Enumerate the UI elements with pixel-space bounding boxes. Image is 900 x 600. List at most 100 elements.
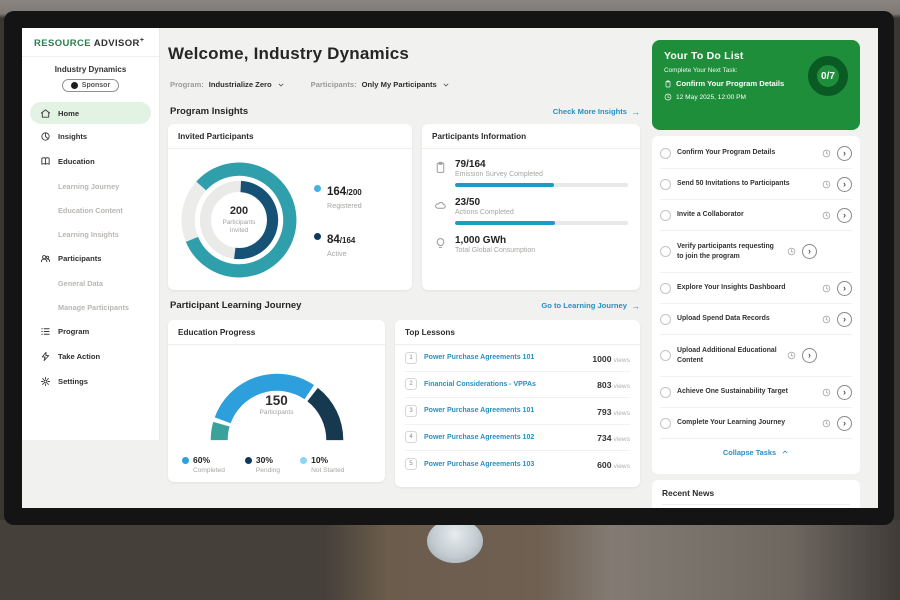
- participants-information-card: Participants Information 79/164 Emission…: [422, 124, 640, 290]
- sidebar-item-take-action[interactable]: Take Action: [22, 344, 159, 369]
- invited-donut-chart: 200 Participants Invited: [178, 159, 300, 281]
- sidebar-item-home[interactable]: Home: [30, 102, 151, 124]
- chevron-down-icon: [442, 81, 450, 89]
- arrow-right-icon: →: [631, 301, 640, 311]
- todo-list-card: Confirm Your Program Details › Send 50 I…: [652, 136, 860, 474]
- task-open-button[interactable]: ›: [837, 208, 852, 223]
- legend-dot: [182, 457, 189, 464]
- sidebar-item-settings[interactable]: Settings: [22, 369, 159, 394]
- app-logo: RESOURCE ADVISOR+: [22, 28, 159, 57]
- monitor-stand: [427, 519, 483, 563]
- task-checkbox[interactable]: [660, 179, 671, 190]
- todo-task-row[interactable]: Send 50 Invitations to Participants ›: [660, 169, 852, 200]
- clipboard-icon: [434, 161, 447, 174]
- task-checkbox[interactable]: [660, 210, 671, 221]
- sidebar-item-participants[interactable]: Participants: [22, 246, 159, 271]
- recent-news-card: Recent News: [652, 480, 860, 508]
- task-open-button[interactable]: ›: [837, 312, 852, 327]
- section-title-learning-journey: Participant Learning Journey: [170, 300, 301, 311]
- education-progress-card: Education Progress 150 Participants: [168, 320, 385, 482]
- stat-emission-survey: 79/164 Emission Survey Completed: [422, 149, 640, 178]
- card-title: Participants Information: [422, 124, 640, 149]
- lesson-row[interactable]: 4 Power Purchase Agreements 102 734views: [405, 425, 630, 452]
- section-title-program-insights: Program Insights: [170, 106, 248, 117]
- participants-select[interactable]: Participants: Only My Participants: [311, 80, 450, 89]
- arrow-right-icon: →: [631, 107, 640, 117]
- legend-not-started: 10% Not Started: [300, 455, 344, 474]
- sidebar-item-education[interactable]: Education: [22, 149, 159, 174]
- todo-task-row[interactable]: Upload Additional Educational Content ›: [660, 335, 852, 377]
- task-checkbox[interactable]: [660, 350, 671, 361]
- task-checkbox[interactable]: [660, 387, 671, 398]
- todo-due-date: 12 May 2025, 12:00 PM: [676, 94, 746, 101]
- lesson-link[interactable]: Power Purchase Agreements 103: [424, 461, 590, 468]
- lesson-link[interactable]: Power Purchase Agreements 102: [424, 434, 590, 441]
- todo-task-row[interactable]: Explore Your Insights Dashboard ›: [660, 273, 852, 304]
- sidebar-item-general-data[interactable]: General Data: [22, 271, 159, 295]
- education-gauge-chart: 150 Participants: [192, 355, 362, 447]
- sponsor-badge-label: Sponsor: [82, 82, 110, 89]
- lesson-rank: 2: [405, 378, 417, 390]
- card-title: Invited Participants: [168, 124, 412, 149]
- sidebar-item-education-content[interactable]: Education Content: [22, 198, 159, 222]
- lesson-row[interactable]: 3 Power Purchase Agreements 101 793views: [405, 398, 630, 425]
- legend-dot: [314, 233, 321, 240]
- invited-participants-card: Invited Participants 200 Participants In…: [168, 124, 412, 290]
- collapse-tasks-link[interactable]: Collapse Tasks: [660, 439, 852, 465]
- sidebar-item-learning-insights[interactable]: Learning Insights: [22, 222, 159, 246]
- recent-news-title: Recent News: [662, 488, 850, 505]
- logo-text-primary: RESOURCE: [34, 38, 91, 49]
- lesson-link[interactable]: Power Purchase Agreements 101: [424, 354, 585, 361]
- sidebar-item-learning-journey[interactable]: Learning Journey: [22, 174, 159, 198]
- card-title: Education Progress: [168, 320, 385, 345]
- task-checkbox[interactable]: [660, 283, 671, 294]
- todo-task-row[interactable]: Complete Your Learning Journey ›: [660, 408, 852, 439]
- program-select[interactable]: Program: Industrialize Zero: [170, 80, 285, 89]
- lesson-link[interactable]: Financial Considerations - VPPAs: [424, 381, 590, 388]
- lesson-rank: 4: [405, 431, 417, 443]
- task-checkbox[interactable]: [660, 314, 671, 325]
- sidebar-item-manage-participants[interactable]: Manage Participants: [22, 295, 159, 319]
- chevron-up-icon: [781, 448, 789, 456]
- lesson-row[interactable]: 5 Power Purchase Agreements 103 600views: [405, 451, 630, 478]
- list-icon: [40, 326, 51, 337]
- task-open-button[interactable]: ›: [837, 146, 852, 161]
- task-open-button[interactable]: ›: [802, 244, 817, 259]
- sponsor-badge[interactable]: Sponsor: [62, 79, 119, 92]
- legend-completed: 60% Completed: [182, 455, 225, 474]
- top-lessons-card: Top Lessons 1 Power Purchase Agreements …: [395, 320, 640, 487]
- go-to-learning-journey-link[interactable]: Go to Learning Journey →: [541, 301, 640, 311]
- todo-hero-card: Your To Do List Complete Your Next Task:…: [652, 40, 860, 130]
- todo-progress-ring: 0/7: [808, 56, 848, 96]
- task-open-button[interactable]: ›: [837, 385, 852, 400]
- gauge-center-label: Participants: [192, 409, 362, 416]
- task-checkbox[interactable]: [660, 418, 671, 429]
- lesson-row[interactable]: 2 Financial Considerations - VPPAs 803vi…: [405, 372, 630, 399]
- book-icon: [40, 156, 51, 167]
- lesson-row[interactable]: 1 Power Purchase Agreements 101 1000view…: [405, 345, 630, 372]
- dashboard-screen: RESOURCE ADVISOR+ Industry Dynamics Spon…: [22, 28, 878, 508]
- todo-task-row[interactable]: Achieve One Sustainability Target ›: [660, 377, 852, 408]
- page-title: Welcome, Industry Dynamics: [168, 44, 409, 64]
- task-open-button[interactable]: ›: [837, 281, 852, 296]
- todo-task-row[interactable]: Confirm Your Program Details ›: [660, 138, 852, 169]
- task-checkbox[interactable]: [660, 246, 671, 257]
- task-open-button[interactable]: ›: [802, 348, 817, 363]
- check-more-insights-link[interactable]: Check More Insights →: [553, 107, 640, 117]
- todo-task-row[interactable]: Upload Spend Data Records ›: [660, 304, 852, 335]
- task-open-button[interactable]: ›: [837, 416, 852, 431]
- todo-task-row[interactable]: Verify participants requesting to join t…: [660, 231, 852, 273]
- task-open-button[interactable]: ›: [837, 177, 852, 192]
- people-icon: [40, 253, 51, 264]
- lesson-link[interactable]: Power Purchase Agreements 101: [424, 407, 590, 414]
- clock-icon: [822, 180, 831, 189]
- logo-plus: +: [140, 37, 145, 44]
- legend-dot: [245, 457, 252, 464]
- sidebar-item-program[interactable]: Program: [22, 319, 159, 344]
- task-checkbox[interactable]: [660, 148, 671, 159]
- stat-total-consumption: 1,000 GWh Total Global Consumption: [422, 225, 640, 254]
- donut-center-value: 200: [230, 205, 248, 217]
- sidebar-item-insights[interactable]: Insights: [22, 124, 159, 149]
- gauge-center-value: 150: [192, 393, 362, 408]
- todo-task-row[interactable]: Invite a Collaborator ›: [660, 200, 852, 231]
